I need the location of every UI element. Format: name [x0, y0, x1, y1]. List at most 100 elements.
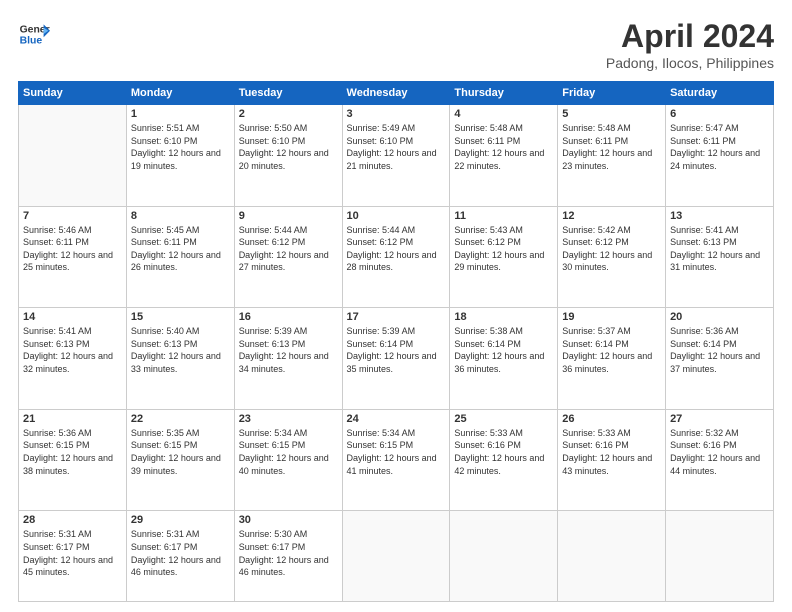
header-thursday: Thursday [450, 82, 558, 105]
day-info: Sunrise: 5:44 AM Sunset: 6:12 PM Dayligh… [239, 224, 338, 274]
day-number: 2 [239, 108, 338, 120]
table-row [19, 105, 127, 207]
day-info: Sunrise: 5:51 AM Sunset: 6:10 PM Dayligh… [131, 122, 230, 172]
day-info: Sunrise: 5:35 AM Sunset: 6:15 PM Dayligh… [131, 427, 230, 477]
day-number: 6 [670, 108, 769, 120]
day-info: Sunrise: 5:40 AM Sunset: 6:13 PM Dayligh… [131, 325, 230, 375]
day-info: Sunrise: 5:31 AM Sunset: 6:17 PM Dayligh… [23, 528, 122, 578]
header-friday: Friday [558, 82, 666, 105]
table-row: 1 Sunrise: 5:51 AM Sunset: 6:10 PM Daylig… [126, 105, 234, 207]
table-row: 23 Sunrise: 5:34 AM Sunset: 6:15 PM Dayli… [234, 409, 342, 511]
table-row: 27 Sunrise: 5:32 AM Sunset: 6:16 PM Dayli… [666, 409, 774, 511]
day-number: 25 [454, 413, 553, 425]
table-row: 20 Sunrise: 5:36 AM Sunset: 6:14 PM Dayli… [666, 308, 774, 410]
location: Padong, Ilocos, Philippines [606, 55, 774, 71]
table-row: 25 Sunrise: 5:33 AM Sunset: 6:16 PM Dayli… [450, 409, 558, 511]
table-row [666, 511, 774, 602]
table-row: 5 Sunrise: 5:48 AM Sunset: 6:11 PM Daylig… [558, 105, 666, 207]
table-row: 13Sunrise: 5:41 AM Sunset: 6:13 PM Dayli… [666, 206, 774, 308]
day-info: Sunrise: 5:32 AM Sunset: 6:16 PM Dayligh… [670, 427, 769, 477]
table-row: 24Sunrise: 5:34 AM Sunset: 6:15 PM Dayli… [342, 409, 450, 511]
table-row: 7 Sunrise: 5:46 AM Sunset: 6:11 PM Daylig… [19, 206, 127, 308]
calendar-table: Sunday Monday Tuesday Wednesday Thursday… [18, 81, 774, 602]
table-row [342, 511, 450, 602]
weekday-header-row: Sunday Monday Tuesday Wednesday Thursday… [19, 82, 774, 105]
table-row: 8 Sunrise: 5:45 AM Sunset: 6:11 PM Daylig… [126, 206, 234, 308]
day-number: 27 [670, 413, 769, 425]
day-info: Sunrise: 5:45 AM Sunset: 6:11 PM Dayligh… [131, 224, 230, 274]
day-number: 18 [454, 311, 553, 323]
table-row: 4 Sunrise: 5:48 AM Sunset: 6:11 PM Daylig… [450, 105, 558, 207]
day-number: 23 [239, 413, 338, 425]
header-wednesday: Wednesday [342, 82, 450, 105]
day-info: Sunrise: 5:36 AM Sunset: 6:15 PM Dayligh… [23, 427, 122, 477]
month-title: April 2024 [606, 18, 774, 55]
day-number: 26 [562, 413, 661, 425]
day-number: 30 [239, 514, 338, 526]
day-info: Sunrise: 5:50 AM Sunset: 6:10 PM Dayligh… [239, 122, 338, 172]
table-row [558, 511, 666, 602]
svg-text:Blue: Blue [20, 36, 43, 47]
table-row: 19Sunrise: 5:37 AM Sunset: 6:14 PM Dayli… [558, 308, 666, 410]
logo-icon: General Blue [18, 18, 50, 50]
day-number: 9 [239, 210, 338, 222]
day-number: 12 [562, 210, 661, 222]
day-info: Sunrise: 5:47 AM Sunset: 6:11 PM Dayligh… [670, 122, 769, 172]
table-row: 3Sunrise: 5:49 AM Sunset: 6:10 PM Daylig… [342, 105, 450, 207]
day-info: Sunrise: 5:30 AM Sunset: 6:17 PM Dayligh… [239, 528, 338, 578]
header-tuesday: Tuesday [234, 82, 342, 105]
day-number: 1 [131, 108, 230, 120]
day-number: 29 [131, 514, 230, 526]
day-number: 5 [562, 108, 661, 120]
day-number: 24 [347, 413, 446, 425]
day-number: 17 [347, 311, 446, 323]
day-info: Sunrise: 5:44 AM Sunset: 6:12 PM Dayligh… [347, 224, 446, 274]
day-number: 13 [670, 210, 769, 222]
day-info: Sunrise: 5:39 AM Sunset: 6:13 PM Dayligh… [239, 325, 338, 375]
table-row: 18 Sunrise: 5:38 AM Sunset: 6:14 PM Dayli… [450, 308, 558, 410]
day-number: 7 [23, 210, 122, 222]
day-number: 21 [23, 413, 122, 425]
day-info: Sunrise: 5:33 AM Sunset: 6:16 PM Dayligh… [454, 427, 553, 477]
day-info: Sunrise: 5:38 AM Sunset: 6:14 PM Dayligh… [454, 325, 553, 375]
table-row: 15 Sunrise: 5:40 AM Sunset: 6:13 PM Dayli… [126, 308, 234, 410]
day-info: Sunrise: 5:48 AM Sunset: 6:11 PM Dayligh… [562, 122, 661, 172]
day-info: Sunrise: 5:43 AM Sunset: 6:12 PM Dayligh… [454, 224, 553, 274]
table-row: 26 Sunrise: 5:33 AM Sunset: 6:16 PM Dayli… [558, 409, 666, 511]
table-row [450, 511, 558, 602]
day-info: Sunrise: 5:31 AM Sunset: 6:17 PM Dayligh… [131, 528, 230, 578]
calendar-week-row: 7 Sunrise: 5:46 AM Sunset: 6:11 PM Daylig… [19, 206, 774, 308]
table-row: 14 Sunrise: 5:41 AM Sunset: 6:13 PM Dayli… [19, 308, 127, 410]
day-info: Sunrise: 5:42 AM Sunset: 6:12 PM Dayligh… [562, 224, 661, 274]
day-info: Sunrise: 5:39 AM Sunset: 6:14 PM Dayligh… [347, 325, 446, 375]
day-number: 4 [454, 108, 553, 120]
day-info: Sunrise: 5:46 AM Sunset: 6:11 PM Dayligh… [23, 224, 122, 274]
header-saturday: Saturday [666, 82, 774, 105]
day-number: 11 [454, 210, 553, 222]
day-number: 3 [347, 108, 446, 120]
header-sunday: Sunday [19, 82, 127, 105]
table-row: 11 Sunrise: 5:43 AM Sunset: 6:12 PM Dayli… [450, 206, 558, 308]
day-info: Sunrise: 5:48 AM Sunset: 6:11 PM Dayligh… [454, 122, 553, 172]
day-info: Sunrise: 5:36 AM Sunset: 6:14 PM Dayligh… [670, 325, 769, 375]
page-header: General Blue April 2024 Padong, Ilocos, … [18, 18, 774, 71]
day-number: 15 [131, 311, 230, 323]
day-number: 8 [131, 210, 230, 222]
table-row: 30 Sunrise: 5:30 AM Sunset: 6:17 PM Dayli… [234, 511, 342, 602]
table-row: 9 Sunrise: 5:44 AM Sunset: 6:12 PM Daylig… [234, 206, 342, 308]
table-row: 29 Sunrise: 5:31 AM Sunset: 6:17 PM Dayli… [126, 511, 234, 602]
day-info: Sunrise: 5:34 AM Sunset: 6:15 PM Dayligh… [239, 427, 338, 477]
table-row: 16Sunrise: 5:39 AM Sunset: 6:13 PM Dayli… [234, 308, 342, 410]
day-info: Sunrise: 5:41 AM Sunset: 6:13 PM Dayligh… [23, 325, 122, 375]
calendar-week-row: 28 Sunrise: 5:31 AM Sunset: 6:17 PM Dayli… [19, 511, 774, 602]
day-number: 10 [347, 210, 446, 222]
day-info: Sunrise: 5:37 AM Sunset: 6:14 PM Dayligh… [562, 325, 661, 375]
table-row: 28 Sunrise: 5:31 AM Sunset: 6:17 PM Dayli… [19, 511, 127, 602]
table-row: 2 Sunrise: 5:50 AM Sunset: 6:10 PM Daylig… [234, 105, 342, 207]
day-number: 28 [23, 514, 122, 526]
calendar-week-row: 21 Sunrise: 5:36 AM Sunset: 6:15 PM Dayli… [19, 409, 774, 511]
day-number: 20 [670, 311, 769, 323]
day-info: Sunrise: 5:33 AM Sunset: 6:16 PM Dayligh… [562, 427, 661, 477]
day-number: 14 [23, 311, 122, 323]
table-row: 10 Sunrise: 5:44 AM Sunset: 6:12 PM Dayli… [342, 206, 450, 308]
